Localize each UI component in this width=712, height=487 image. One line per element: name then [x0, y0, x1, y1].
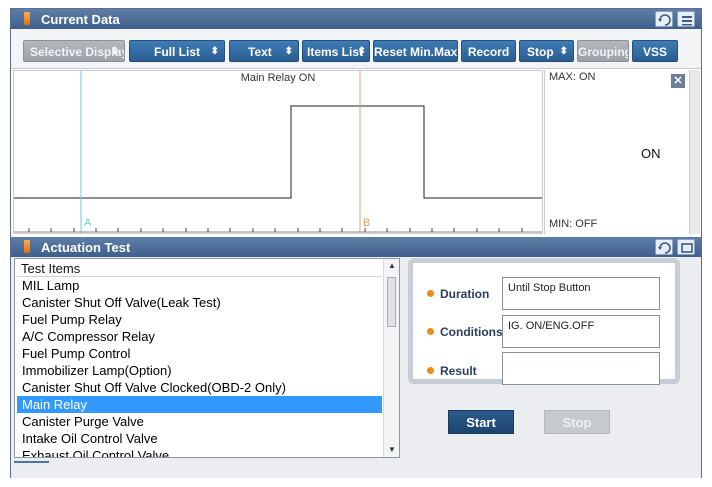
actuation-title: Actuation Test	[41, 240, 131, 255]
duration-field: Until Stop Button	[502, 277, 660, 310]
current-data-titlebar: Current Data	[11, 9, 701, 29]
bullet-icon	[427, 290, 434, 297]
restore-window-icon[interactable]	[677, 239, 695, 255]
duration-label-text: Duration	[440, 287, 490, 301]
toolbar: Selective Display ⬍ Full List ⬍ Text ⬍ I…	[11, 29, 701, 69]
list-scrollbar[interactable]: ▲ ▼	[383, 259, 399, 457]
items-list-dropdown[interactable]: Items List ⬍	[302, 40, 370, 62]
stop-label: Stop	[527, 45, 554, 59]
max-value: MAX: ON	[549, 71, 596, 83]
scroll-up-icon[interactable]: ▲	[384, 259, 399, 273]
spinner-arrows-icon: ⬍	[110, 46, 119, 57]
signal-graph[interactable]: Main Relay ON A B	[13, 70, 543, 234]
list-header: Test Items	[21, 261, 81, 276]
stop-dropdown[interactable]: Stop ⬍	[519, 40, 574, 62]
list-item-selected[interactable]: Main Relay	[17, 396, 382, 413]
actuation-titlebar: Actuation Test	[11, 237, 701, 257]
items-list-label: Items List	[307, 45, 364, 59]
conditions-label: Conditions	[427, 325, 503, 339]
scroll-down-icon[interactable]: ▼	[384, 443, 399, 457]
retry-icon[interactable]	[655, 11, 673, 27]
flag-icon	[24, 12, 30, 25]
list-item[interactable]: Fuel Pump Relay	[17, 311, 382, 328]
bullet-icon	[427, 367, 434, 374]
list-items: MIL Lamp Canister Shut Off Valve(Leak Te…	[17, 277, 382, 457]
scroll-thumb[interactable]	[387, 277, 396, 327]
list-item[interactable]: Canister Purge Valve	[17, 413, 382, 430]
list-item[interactable]: Immobilizer Lamp(Option)	[17, 362, 382, 379]
signal-trace	[14, 105, 542, 199]
list-item[interactable]: MIL Lamp	[17, 277, 382, 294]
min-max-panel: MAX: ON ✕ ON MIN: OFF	[544, 70, 689, 234]
conditions-label-text: Conditions	[440, 325, 503, 339]
list-item[interactable]: Canister Shut Off Valve(Leak Test)	[17, 294, 382, 311]
flag-icon	[24, 240, 30, 253]
bullet-icon	[427, 328, 434, 335]
text-label: Text	[248, 45, 272, 59]
full-list-label: Full List	[154, 45, 200, 59]
result-label: Result	[427, 364, 477, 378]
reset-min-max-button[interactable]: Reset Min.Max	[373, 40, 458, 62]
graph-canvas	[14, 71, 542, 233]
retry-icon[interactable]	[655, 239, 673, 255]
reset-min-max-label: Reset Min.Max	[374, 45, 458, 59]
vss-label: VSS	[642, 45, 667, 59]
record-button[interactable]: Record	[461, 40, 516, 62]
cursor-b-label: B	[363, 217, 371, 229]
graph-scrollbar[interactable]	[689, 70, 700, 234]
list-item[interactable]: A/C Compressor Relay	[17, 328, 382, 345]
conditions-field: IG. ON/ENG.OFF	[502, 315, 660, 348]
start-button[interactable]: Start	[448, 410, 514, 434]
stop-button[interactable]: Stop	[544, 410, 610, 434]
selective-display-dropdown[interactable]: Selective Display ⬍	[23, 40, 125, 62]
result-field	[502, 352, 660, 385]
list-item[interactable]: Intake Oil Control Valve	[17, 430, 382, 447]
spinner-arrows-icon: ⬍	[284, 46, 293, 57]
close-icon[interactable]: ✕	[671, 74, 685, 88]
spinner-arrows-icon: ⬍	[210, 46, 219, 57]
grouping-button[interactable]: Grouping	[577, 40, 629, 62]
vss-button[interactable]: VSS	[632, 40, 678, 62]
current-data-title: Current Data	[41, 12, 120, 27]
result-label-text: Result	[440, 364, 477, 378]
cursor-a-label: A	[84, 217, 92, 229]
record-label: Record	[467, 45, 510, 59]
full-list-dropdown[interactable]: Full List ⬍	[129, 40, 225, 62]
min-value: MIN: OFF	[549, 218, 598, 230]
test-info-panel: Duration Until Stop Button Conditions IG…	[408, 258, 680, 385]
list-item[interactable]: Canister Shut Off Valve Clocked(OBD-2 On…	[17, 379, 382, 396]
spinner-arrows-icon: ⬍	[559, 46, 568, 57]
grouping-label: Grouping	[578, 45, 629, 59]
spinner-arrows-icon: ⬍	[357, 46, 366, 57]
test-items-list[interactable]: Test Items MIL Lamp Canister Shut Off Va…	[14, 258, 400, 458]
text-dropdown[interactable]: Text ⬍	[229, 40, 299, 62]
list-item[interactable]: Exhaust Oil Control Valve	[17, 447, 382, 457]
list-menu-icon[interactable]	[677, 11, 695, 27]
current-value: ON	[641, 146, 661, 161]
duration-label: Duration	[427, 287, 489, 301]
list-item[interactable]: Fuel Pump Control	[17, 345, 382, 362]
x-axis-ticks	[28, 228, 523, 232]
bottom-accent-line	[14, 461, 49, 463]
